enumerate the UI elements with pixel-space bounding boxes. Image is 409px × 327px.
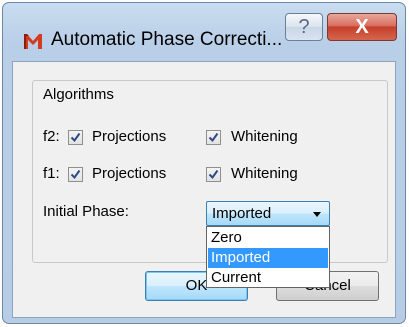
- dialog-window: Automatic Phase Correcti... ? X Algorith…: [2, 2, 406, 324]
- f2-whitening-label[interactable]: Whitening: [231, 128, 298, 145]
- title-bar[interactable]: Automatic Phase Correcti... ? X: [3, 3, 405, 63]
- f2-projections-label[interactable]: Projections: [92, 128, 166, 145]
- dropdown-option-imported[interactable]: Imported: [208, 248, 328, 268]
- window-title: Automatic Phase Correcti...: [51, 29, 283, 50]
- f2-projections-checkbox[interactable]: [68, 130, 83, 145]
- initial-phase-label: Initial Phase:: [43, 203, 129, 220]
- dialog-client-area: Algorithms f2: Projections Whitening f1:…: [12, 61, 396, 318]
- checkmark-icon: [70, 169, 81, 180]
- dropdown-option-current[interactable]: Current: [208, 268, 328, 288]
- help-button[interactable]: ?: [285, 13, 323, 41]
- close-icon: X: [355, 16, 369, 38]
- checkmark-icon: [208, 169, 219, 180]
- initial-phase-value: Imported: [212, 205, 272, 222]
- f2-whitening-checkbox[interactable]: [206, 130, 221, 145]
- app-icon: [23, 32, 43, 50]
- checkmark-icon: [70, 132, 81, 143]
- group-title: Algorithms: [43, 86, 114, 103]
- row-label-f2: f2:: [43, 128, 60, 145]
- help-icon: ?: [298, 16, 310, 38]
- checkmark-icon: [208, 132, 219, 143]
- f1-whitening-checkbox[interactable]: [206, 167, 221, 182]
- initial-phase-combobox[interactable]: Imported: [206, 201, 330, 226]
- f1-projections-checkbox[interactable]: [68, 167, 83, 182]
- row-label-f1: f1:: [43, 165, 60, 182]
- algorithms-group: Algorithms f2: Projections Whitening f1:…: [32, 80, 388, 288]
- close-button[interactable]: X: [327, 13, 397, 41]
- initial-phase-dropdown-list: Zero Imported Current: [206, 226, 330, 288]
- dropdown-option-zero[interactable]: Zero: [208, 228, 328, 248]
- f1-whitening-label[interactable]: Whitening: [231, 165, 298, 182]
- f1-projections-label[interactable]: Projections: [92, 165, 166, 182]
- dropdown-arrow-icon: [313, 212, 321, 217]
